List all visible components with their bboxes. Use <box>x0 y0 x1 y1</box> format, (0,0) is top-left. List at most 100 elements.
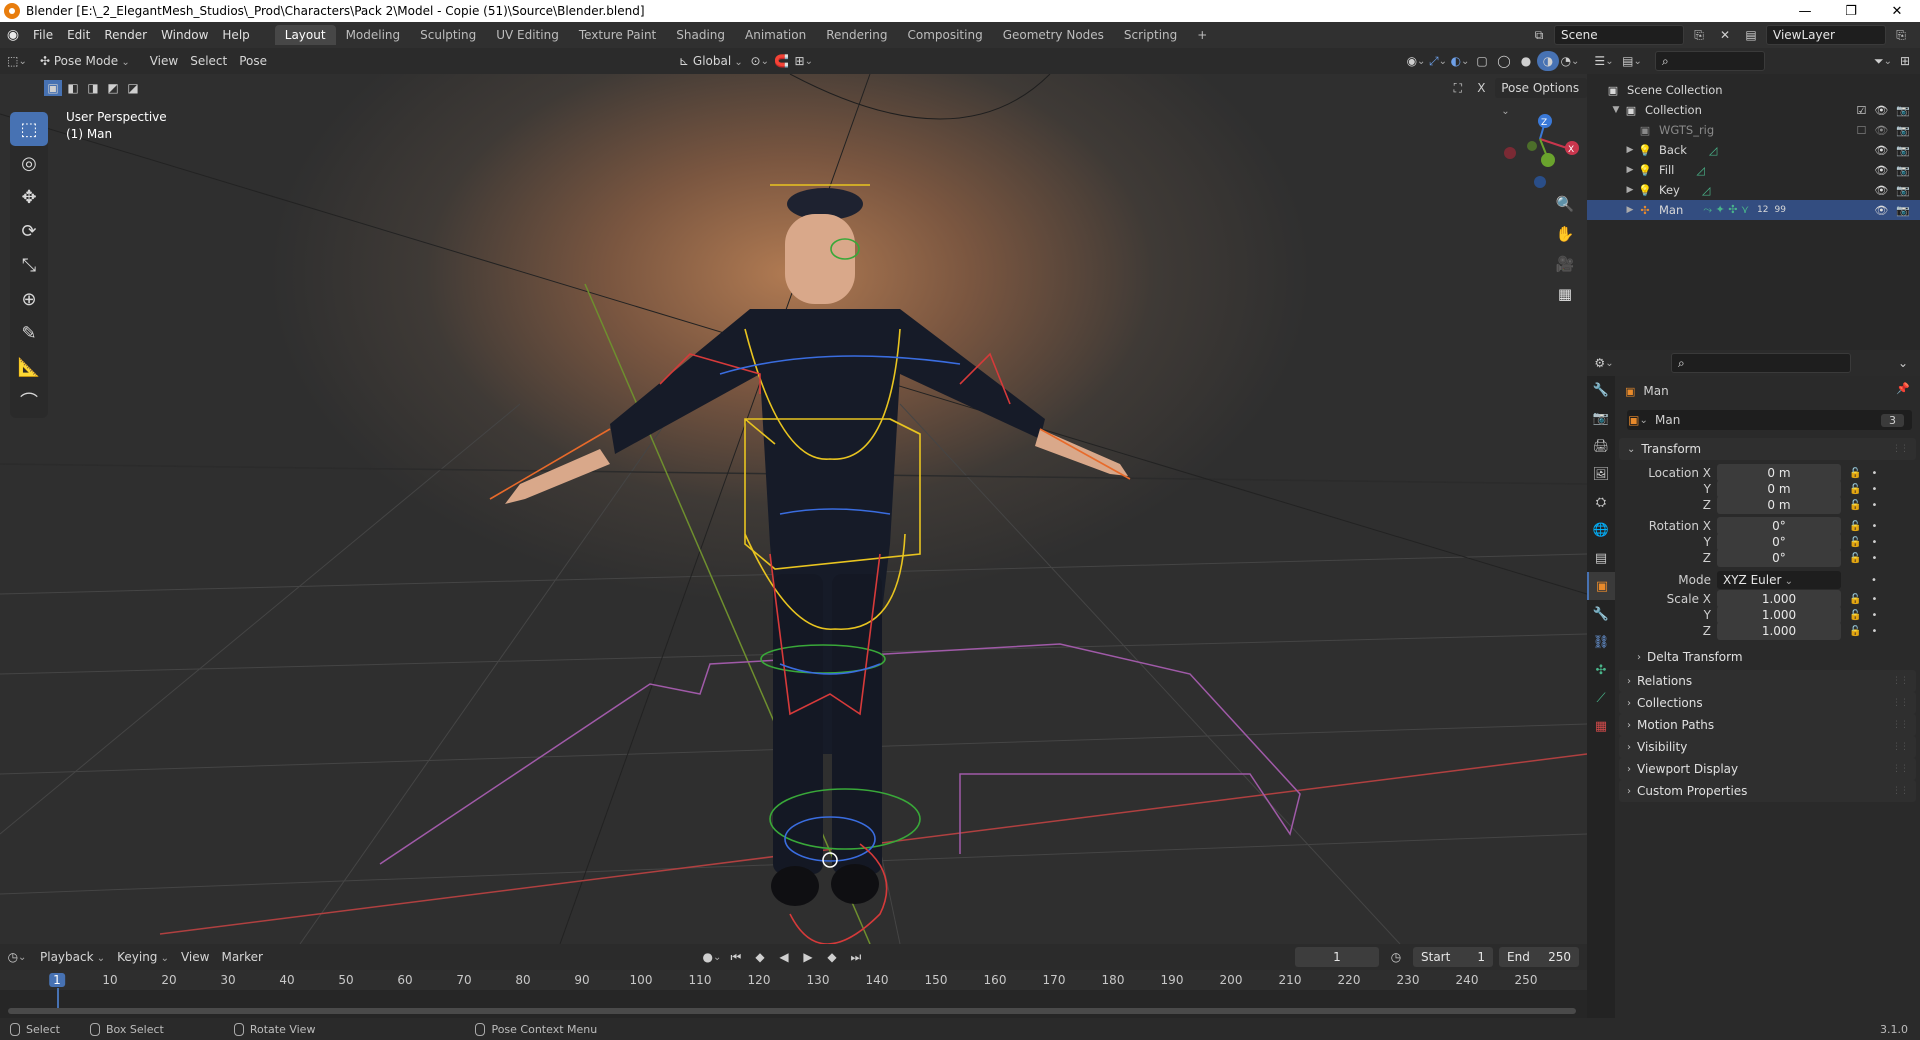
gizmo-neg-z-icon[interactable] <box>1534 176 1546 188</box>
lock-icon[interactable]: 🔓 <box>1849 521 1861 532</box>
outliner-item-collection[interactable]: ▼ ▣ Collection ☑ 👁 📷 <box>1587 100 1920 120</box>
outliner-editor-type-icon[interactable]: ☰ <box>1587 51 1621 71</box>
keyframe-dot-icon[interactable]: • <box>1871 484 1877 495</box>
rendered-shading-icon[interactable]: ◔ <box>1559 51 1581 71</box>
outliner-item-wgts-rig[interactable]: ▣ WGTS_rig ☐ 👁 📷 <box>1587 120 1920 140</box>
gizmo-neg-y-icon[interactable] <box>1527 141 1537 151</box>
editor-type-icon[interactable]: ⬚ <box>0 51 34 71</box>
tab-animation[interactable]: Animation <box>735 25 816 45</box>
new-view-layer-icon[interactable]: ⎘ <box>1890 25 1912 45</box>
expand-arrow-icon[interactable]: ▶ <box>1623 185 1637 195</box>
eye-icon[interactable]: 👁 <box>1874 104 1888 117</box>
snap-icon[interactable]: 🧲 <box>771 51 793 71</box>
menu-timeline-view[interactable]: View <box>175 950 215 964</box>
view-layer-tab-icon[interactable]: 🖼 <box>1587 460 1615 488</box>
outliner-scene-collection[interactable]: ▣ Scene Collection <box>1587 80 1920 100</box>
timeline-editor-type-icon[interactable]: ◷ <box>0 947 34 967</box>
jump-start-icon[interactable]: ⏮ <box>725 947 747 967</box>
minimize-button[interactable]: — <box>1782 4 1828 19</box>
view-layer-selector[interactable]: ViewLayer <box>1766 25 1886 45</box>
outliner[interactable]: ▣ Scene Collection ▼ ▣ Collection ☑ 👁 📷 ▣ … <box>1587 74 1920 374</box>
new-scene-icon[interactable]: ⎘ <box>1688 25 1710 45</box>
modifiers-icon[interactable]: ⤳ ✦ ✣ ⋎ <box>1703 203 1749 217</box>
tab-scripting[interactable]: Scripting <box>1114 25 1187 45</box>
x-mirror-icon[interactable]: X <box>1472 78 1492 98</box>
menu-render[interactable]: Render <box>97 28 154 42</box>
transform-orientation[interactable]: ⊾ Global <box>673 54 749 68</box>
transform-affect-icon[interactable]: ⛶ <box>1448 78 1468 98</box>
keyframe-dot-icon[interactable]: • <box>1871 626 1877 637</box>
properties-editor-type-icon[interactable]: ⚙ <box>1587 353 1621 373</box>
outliner-item-man[interactable]: ▶ ✣ Man ⤳ ✦ ✣ ⋎ 12 99 👁 📷 <box>1587 200 1920 220</box>
outliner-item-key[interactable]: ▶ 💡 Key ◿ 👁 📷 <box>1587 180 1920 200</box>
armature-data-tab-icon[interactable]: ✣ <box>1587 656 1615 684</box>
menu-edit[interactable]: Edit <box>60 28 97 42</box>
gizmo-icon[interactable]: ⤢ <box>1427 51 1449 71</box>
lock-icon[interactable]: 🔓 <box>1849 626 1861 637</box>
object-datablock-field[interactable]: ▣ Man 3 <box>1627 410 1912 430</box>
drag-grip-icon[interactable]: ⋮⋮ <box>1892 676 1909 686</box>
panel-motion-paths[interactable]: › Motion Paths ⋮⋮ <box>1619 714 1916 736</box>
drag-grip-icon[interactable]: ⋮⋮ <box>1892 720 1909 730</box>
outliner-search-input[interactable]: ⌕ <box>1655 51 1765 71</box>
select-extend-icon[interactable]: ◧ <box>64 80 82 96</box>
tool-tab-icon[interactable]: 🔧 <box>1587 376 1615 404</box>
tab-compositing[interactable]: Compositing <box>897 25 992 45</box>
select-invert-icon[interactable]: ◩ <box>104 80 122 96</box>
delete-view-layer-icon[interactable]: ✕ <box>1916 25 1920 45</box>
pose-options-menu[interactable]: Pose Options <box>1495 78 1587 98</box>
pivot-point-icon[interactable]: ⊙ <box>749 51 771 71</box>
xray-icon[interactable]: ▢ <box>1471 51 1493 71</box>
menu-pose[interactable]: Pose <box>233 54 273 68</box>
filter-icon[interactable]: ⏷ <box>1872 51 1894 71</box>
checkbox-icon[interactable]: ☐ <box>1856 124 1866 137</box>
keyframe-dot-icon[interactable]: • <box>1871 553 1877 564</box>
camera-icon[interactable]: 📷 <box>1896 204 1910 217</box>
delete-scene-icon[interactable]: ✕ <box>1714 25 1736 45</box>
solid-shading-icon[interactable]: ● <box>1515 51 1537 71</box>
camera-icon[interactable]: 📷 <box>1896 184 1910 197</box>
scene-tab-icon[interactable]: ⛭ <box>1587 488 1615 516</box>
blender-menu-icon[interactable]: ◉ <box>0 27 26 43</box>
drag-grip-icon[interactable]: ⋮⋮ <box>1892 742 1909 752</box>
timeline-scrollbar[interactable] <box>8 1008 1576 1014</box>
tab-shading[interactable]: Shading <box>666 25 735 45</box>
tab-rendering[interactable]: Rendering <box>816 25 897 45</box>
light-data-icon[interactable]: ◿ <box>1702 184 1710 197</box>
current-frame-field[interactable]: 1 <box>1295 947 1379 967</box>
keyframe-dot-icon[interactable]: • <box>1871 537 1877 548</box>
preview-range-icon[interactable]: ◷ <box>1385 947 1407 967</box>
drag-grip-icon[interactable]: ⋮⋮ <box>1892 444 1909 454</box>
bone-tab-icon[interactable]: ⟋ <box>1587 684 1615 712</box>
panel-visibility[interactable]: › Visibility ⋮⋮ <box>1619 736 1916 758</box>
constraint-tab-icon[interactable]: ⛓ <box>1587 628 1615 656</box>
next-keyframe-icon[interactable]: ◆ <box>821 947 843 967</box>
menu-help[interactable]: Help <box>215 28 256 42</box>
playhead[interactable] <box>57 988 59 1008</box>
overlays-icon[interactable]: ◐ <box>1449 51 1471 71</box>
camera-icon[interactable]: 📷 <box>1896 144 1910 157</box>
panel-viewport-display[interactable]: › Viewport Display ⋮⋮ <box>1619 758 1916 780</box>
ortho-grid-icon[interactable]: ▦ <box>1553 282 1577 306</box>
eye-icon[interactable]: 👁 <box>1874 184 1888 197</box>
collection-tab-icon[interactable]: ▤ <box>1587 544 1615 572</box>
eye-icon[interactable]: 👁 <box>1874 164 1888 177</box>
panel-transform[interactable]: ⌄ Transform ⋮⋮ <box>1619 438 1916 460</box>
gizmo-y-icon[interactable] <box>1541 153 1555 167</box>
object-tab-icon[interactable]: ▣ <box>1587 572 1615 600</box>
lock-icon[interactable]: 🔓 <box>1849 537 1861 548</box>
scale-z-field[interactable]: 1.000 <box>1717 622 1841 640</box>
drag-grip-icon[interactable]: ⋮⋮ <box>1892 786 1909 796</box>
close-button[interactable]: ✕ <box>1874 4 1920 19</box>
cursor-tool-icon[interactable]: ◎ <box>10 146 48 180</box>
menu-view[interactable]: View <box>144 54 184 68</box>
keyframe-dot-icon[interactable]: • <box>1871 594 1877 605</box>
properties-options-icon[interactable]: ⌄ <box>1892 353 1914 373</box>
output-tab-icon[interactable]: 🖨 <box>1587 432 1615 460</box>
drag-grip-icon[interactable]: ⋮⋮ <box>1892 764 1909 774</box>
select-subtract-icon[interactable]: ◨ <box>84 80 102 96</box>
eye-icon[interactable]: 👁 <box>1874 144 1888 157</box>
end-frame-field[interactable]: End 250 <box>1499 947 1579 967</box>
rotation-mode-select[interactable]: XYZ Euler <box>1717 571 1841 589</box>
auto-keying-icon[interactable]: ● <box>701 947 723 967</box>
